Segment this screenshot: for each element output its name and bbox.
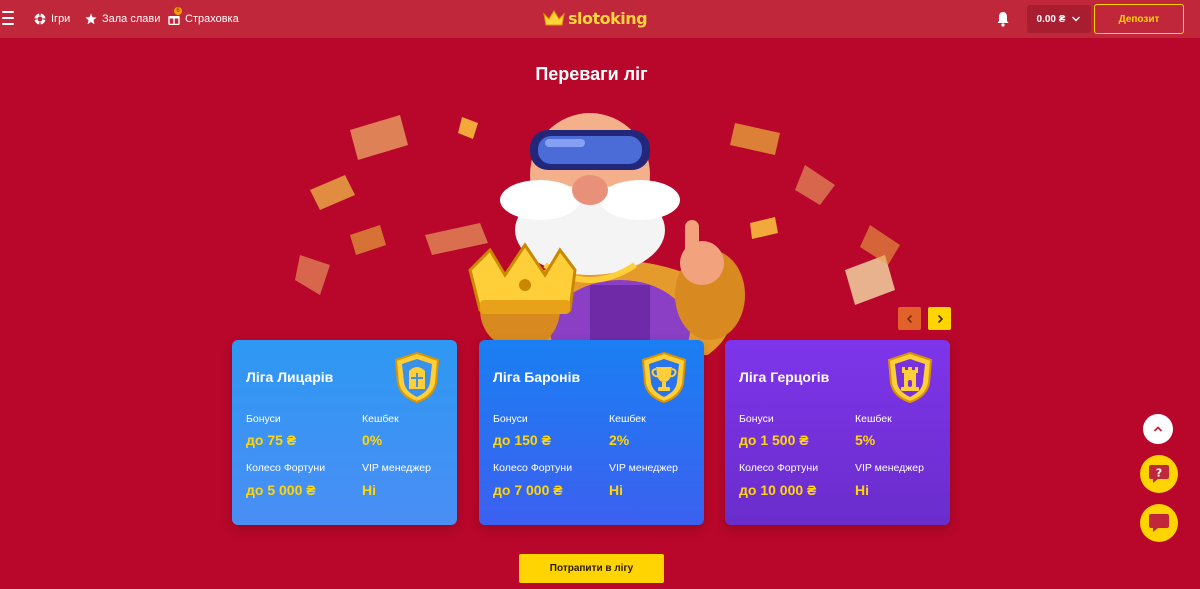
cashback-value: 5% [855, 432, 876, 448]
vip-value: Ні [609, 482, 623, 498]
bonus-label: Бонуси [246, 413, 281, 425]
bonus-value: до 1 500 ₴ [739, 432, 809, 448]
league-card-knights: Ліга Лицарів Бонуси до 75 ₴ Кешбек 0% Ко… [232, 340, 457, 525]
cashback-label: Кешбек [609, 413, 646, 425]
deposit-button[interactable]: Депозит [1094, 4, 1184, 34]
scroll-to-top-button[interactable] [1143, 414, 1173, 444]
vip-value: Ні [362, 482, 376, 498]
page-title: Переваги ліг [535, 64, 648, 84]
insurance-badge: 6 [174, 7, 182, 15]
nav-insurance[interactable]: Страховка [167, 0, 239, 38]
chat-icon [1149, 514, 1169, 532]
nav-hall-of-fame-label: Зала слави [102, 13, 161, 25]
balance-value: 0.00 ₴ [1036, 13, 1066, 25]
held-crown [468, 242, 577, 314]
nav-games-label: Ігри [51, 13, 71, 25]
cashback-value: 2% [609, 432, 630, 448]
bonus-value: до 150 ₴ [493, 432, 551, 448]
bonus-label: Бонуси [739, 413, 774, 425]
help-button[interactable]: ? [1140, 455, 1178, 493]
chevron-down-icon [1072, 16, 1081, 22]
cashback-value: 0% [362, 432, 383, 448]
league-name: Ліга Баронів [493, 369, 581, 385]
nav-insurance-label: Страховка [185, 13, 239, 25]
chip-icon [33, 13, 46, 26]
top-header: Ігри Зала слави Страховка 6 slotoking 0.… [0, 0, 1200, 38]
wheel-value: до 5 000 ₴ [246, 482, 316, 498]
chevron-right-icon [937, 314, 943, 323]
bonus-value: до 75 ₴ [246, 432, 297, 448]
balance-dropdown[interactable]: 0.00 ₴ [1027, 5, 1091, 33]
castle-tower-shield-icon [887, 351, 933, 403]
slider-prev-button[interactable] [898, 307, 921, 330]
logo-text: slotoking [568, 8, 648, 28]
cashback-label: Кешбек [362, 413, 399, 425]
slider-next-button[interactable] [928, 307, 951, 330]
vip-value: Ні [855, 482, 869, 498]
league-name: Ліга Герцогів [739, 369, 830, 385]
svg-text:?: ? [1156, 467, 1162, 480]
vip-label: VIP менеджер [855, 462, 924, 474]
cashback-label: Кешбек [855, 413, 892, 425]
chevron-left-icon [906, 314, 912, 323]
crown-logo-icon [543, 10, 565, 26]
chat-button[interactable] [1140, 504, 1178, 542]
wheel-label: Колесо Фортуни [739, 462, 819, 474]
bonus-label: Бонуси [493, 413, 528, 425]
bell-icon[interactable] [996, 11, 1010, 27]
vip-label: VIP менеджер [362, 462, 431, 474]
hamburger-icon[interactable] [2, 11, 14, 25]
nav-games[interactable]: Ігри [33, 0, 70, 38]
king-mascot-illustration [295, 113, 900, 355]
chevron-up-icon [1153, 426, 1163, 432]
league-card-barons: Ліга Баронів Бонуси до 150 ₴ Кешбек 2% К… [479, 340, 704, 525]
wheel-label: Колесо Фортуни [493, 462, 573, 474]
slotoking-logo[interactable]: slotoking [543, 7, 648, 29]
trophy-shield-icon [641, 351, 687, 403]
wheel-label: Колесо Фортуни [246, 462, 326, 474]
nav-hall-of-fame[interactable]: Зала слави [84, 0, 160, 38]
question-icon: ? [1149, 465, 1169, 483]
star-icon [84, 13, 97, 26]
league-name: Ліга Лицарів [246, 369, 334, 385]
wheel-value: до 10 000 ₴ [739, 482, 817, 498]
league-card-dukes: Ліга Герцогів Бонуси до 1 500 ₴ Кешбек 5… [725, 340, 950, 525]
vip-label: VIP менеджер [609, 462, 678, 474]
join-league-button[interactable]: Потрапити в лігу [519, 554, 664, 583]
wheel-value: до 7 000 ₴ [493, 482, 563, 498]
knight-helmet-shield-icon [394, 351, 440, 403]
